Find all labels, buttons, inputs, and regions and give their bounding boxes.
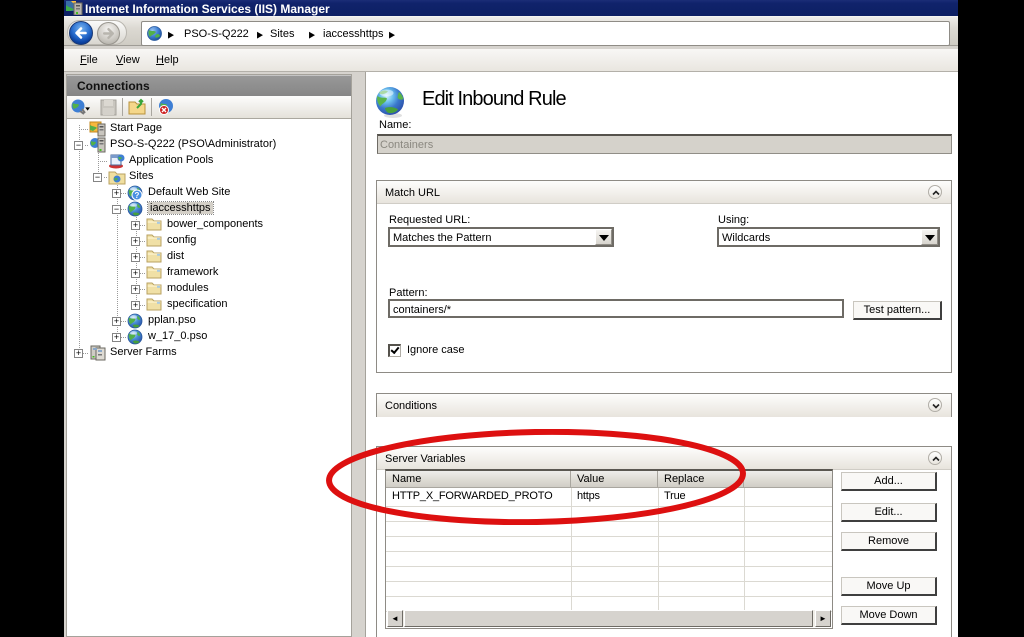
svg-text:?: ?	[135, 191, 140, 200]
